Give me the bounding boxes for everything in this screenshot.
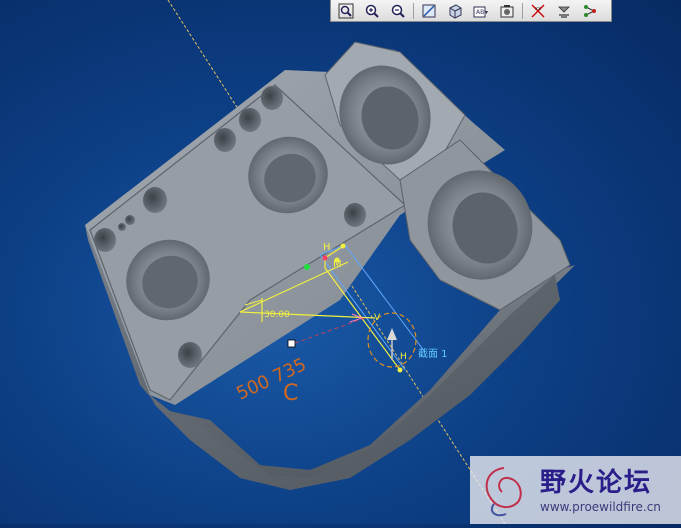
saved-views-icon: AB bbox=[473, 6, 488, 17]
forum-title: 野火论坛 bbox=[540, 468, 653, 498]
zoom-out-button[interactable] bbox=[388, 1, 408, 21]
toolbar-separator bbox=[413, 2, 414, 19]
datum-tree-button[interactable] bbox=[580, 1, 600, 21]
zoom-window-button[interactable] bbox=[336, 1, 356, 21]
saved-views-button[interactable]: AB bbox=[471, 1, 491, 21]
zoom-out-icon bbox=[391, 4, 405, 18]
label-v: V bbox=[374, 313, 381, 323]
forum-logo-icon bbox=[485, 467, 522, 517]
section-label[interactable]: 截面 1 bbox=[418, 347, 448, 360]
toolbar-separator bbox=[522, 2, 523, 19]
svg-text:xx: xx bbox=[535, 6, 541, 12]
datum-display-button[interactable]: xx bbox=[528, 1, 548, 21]
forum-url: www.proewildfire.cn bbox=[540, 500, 661, 514]
annotation-display-button[interactable] bbox=[554, 1, 574, 21]
svg-text:AB: AB bbox=[476, 9, 484, 16]
engraving-letter: C bbox=[283, 381, 298, 406]
refit-button[interactable] bbox=[419, 1, 439, 21]
annotation-display-icon bbox=[558, 6, 570, 18]
datum-tree-icon bbox=[584, 4, 596, 17]
dimension-value[interactable]: 30.00 bbox=[264, 310, 290, 320]
graphics-viewport[interactable]: 30.00 H M V H 截面 1 500 735 C bbox=[0, 0, 681, 525]
forum-watermark: 野火论坛 www.proewildfire.cn bbox=[470, 456, 681, 524]
zoom-in-icon bbox=[365, 4, 379, 18]
layers-icon bbox=[500, 4, 514, 17]
model-canvas[interactable]: 30.00 H M V H 截面 1 500 735 C bbox=[0, 0, 681, 525]
view-toolbar: AB xx bbox=[330, 0, 612, 22]
layers-button[interactable] bbox=[497, 1, 517, 21]
label-h-bottom: H bbox=[400, 352, 407, 362]
label-m: M bbox=[333, 259, 342, 270]
label-h-top: H bbox=[323, 242, 331, 253]
refit-icon bbox=[422, 4, 436, 17]
datum-display-icon: xx bbox=[531, 4, 545, 17]
orient-button[interactable] bbox=[445, 1, 465, 21]
zoom-window-icon bbox=[338, 3, 354, 18]
orient-icon bbox=[449, 3, 462, 19]
zoom-in-button[interactable] bbox=[362, 1, 382, 21]
